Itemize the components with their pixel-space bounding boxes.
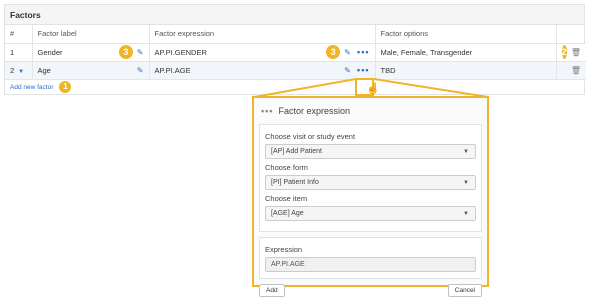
form-select[interactable]: [PI] Patient Info ▼ bbox=[265, 175, 476, 190]
more-icon: ••• bbox=[261, 106, 274, 116]
expression-section: Expression AP.PI.AGE bbox=[259, 237, 482, 279]
hand-cursor-icon: ☝ bbox=[366, 83, 380, 95]
form-label: Choose form bbox=[265, 163, 308, 172]
popup-title: Factor expression bbox=[278, 106, 350, 116]
factor-expression-popup: ••• Factor expression Choose visit or st… bbox=[252, 96, 489, 297]
visit-select[interactable]: [AP] Add Patient ▼ bbox=[265, 144, 476, 159]
selectors-section: Choose visit or study event [AP] Add Pat… bbox=[259, 124, 482, 232]
add-button[interactable]: Add bbox=[259, 284, 285, 297]
visit-label: Choose visit or study event bbox=[265, 132, 356, 141]
chevron-down-icon: ▼ bbox=[463, 179, 469, 186]
cancel-button[interactable]: Cancel bbox=[447, 284, 482, 297]
chevron-down-icon: ▼ bbox=[463, 210, 469, 217]
expression-label: Expression bbox=[265, 245, 303, 254]
item-label: Choose item bbox=[265, 194, 308, 203]
expression-field[interactable]: AP.PI.AGE bbox=[265, 257, 476, 272]
chevron-down-icon: ▼ bbox=[463, 148, 469, 155]
item-select[interactable]: [AGE] Age ▼ bbox=[265, 206, 476, 221]
